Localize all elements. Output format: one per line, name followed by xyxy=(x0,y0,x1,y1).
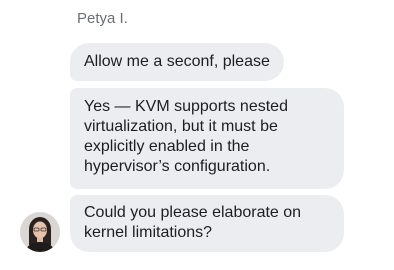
avatar[interactable] xyxy=(20,212,60,252)
message-bubble[interactable]: Could you please elaborate on kernel lim… xyxy=(70,195,344,252)
message-bubble[interactable]: Yes — KVM supports nested virtualization… xyxy=(70,88,344,189)
message-bubble[interactable]: Allow me a seconf, please xyxy=(70,43,284,81)
user-photo-icon xyxy=(20,212,60,252)
sender-name: Petya I. xyxy=(77,10,128,27)
